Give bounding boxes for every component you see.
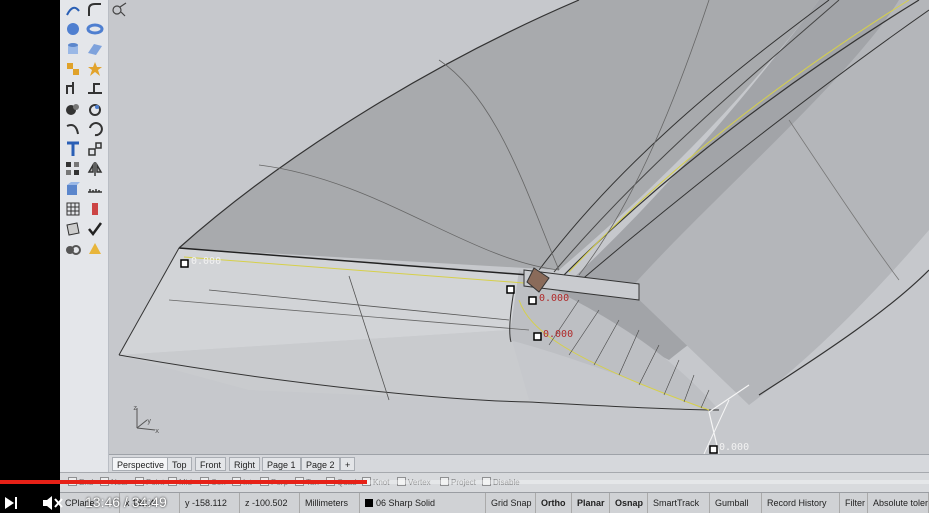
dimension-label: 0.000 (539, 293, 570, 304)
dimension-label: 0.000 (191, 256, 222, 267)
torus-icon[interactable] (86, 20, 104, 38)
model-geometry: z x y (109, 0, 929, 454)
arc-icon[interactable] (64, 120, 82, 138)
tab-front[interactable]: Front (195, 457, 227, 471)
tolerance-pane: Absolute tolerance (868, 493, 929, 513)
sphere-icon[interactable] (64, 20, 82, 38)
tab-top[interactable]: Top (167, 457, 192, 471)
tab-perspective[interactable]: Perspective (112, 457, 170, 471)
measure-icon[interactable] (86, 180, 104, 198)
play-icon[interactable] (4, 496, 18, 510)
layer-color-swatch (365, 499, 373, 507)
tab-page-2[interactable]: Page 2 (301, 457, 340, 471)
svg-text:z: z (133, 404, 137, 412)
planar-toggle[interactable]: Planar (572, 493, 610, 513)
solid-icon[interactable] (64, 180, 82, 198)
grid-icon[interactable] (64, 200, 82, 218)
video-progress-bar[interactable] (0, 480, 929, 484)
shade-icon[interactable] (64, 100, 82, 118)
trim-icon[interactable] (86, 80, 104, 98)
grid-snap-toggle[interactable]: Grid Snap (486, 493, 536, 513)
block-icon[interactable] (86, 200, 104, 218)
layer-name: 06 Sharp Solid (376, 498, 436, 508)
dimension-label: 0.000 (543, 329, 574, 340)
point-icon[interactable] (64, 60, 82, 78)
viewport-tabs: Perspective Top Front Right Page 1 Page … (109, 454, 929, 473)
osnap-toggle[interactable]: Osnap (610, 493, 648, 513)
light-icon[interactable] (86, 240, 104, 258)
dimension-label: 0.000 (719, 442, 750, 453)
video-player-controls: 13:46 / 34:49 (0, 492, 240, 512)
z-coordinate: z -100.502 (240, 493, 300, 513)
video-progress-fill (0, 480, 367, 484)
render-icon[interactable] (86, 100, 104, 118)
video-letterbox-left (0, 0, 60, 512)
transform-icon[interactable] (86, 140, 104, 158)
tab-right[interactable]: Right (229, 457, 261, 471)
surface-icon[interactable] (86, 40, 104, 58)
ortho-toggle[interactable]: Ortho (536, 493, 572, 513)
extrude-icon[interactable] (64, 80, 82, 98)
array-icon[interactable] (64, 160, 82, 178)
smarttrack-toggle[interactable]: SmartTrack (648, 493, 710, 513)
layer-icon[interactable] (64, 220, 82, 238)
pin-cursor-icon (112, 2, 127, 17)
filter-toggle[interactable]: Filter (840, 493, 868, 513)
layer-pane[interactable]: 06 Sharp Solid (360, 493, 486, 513)
cylinder-icon[interactable] (64, 40, 82, 58)
rotate-icon[interactable] (86, 120, 104, 138)
text-icon[interactable] (64, 140, 82, 158)
svg-text:x: x (155, 427, 159, 435)
add-tab-button[interactable]: + (340, 457, 356, 471)
perspective-viewport[interactable]: z x y 0.000 0.000 0.000 0.000 (109, 0, 929, 454)
camera-icon[interactable] (64, 240, 82, 258)
gumball-toggle[interactable]: Gumball (710, 493, 762, 513)
fillet-icon[interactable] (86, 1, 104, 19)
video-timestamp: 13:46 / 34:49 (85, 494, 167, 510)
mirror-icon[interactable] (86, 160, 104, 178)
mute-icon[interactable] (42, 495, 64, 511)
tab-page-1[interactable]: Page 1 (262, 457, 301, 471)
check-icon[interactable] (86, 220, 104, 238)
svg-text:y: y (147, 417, 151, 425)
explode-icon[interactable] (86, 60, 104, 78)
left-toolbar (60, 0, 109, 480)
curve-icon[interactable] (64, 1, 82, 19)
units-pane[interactable]: Millimeters (300, 493, 360, 513)
record-history-toggle[interactable]: Record History (762, 493, 840, 513)
